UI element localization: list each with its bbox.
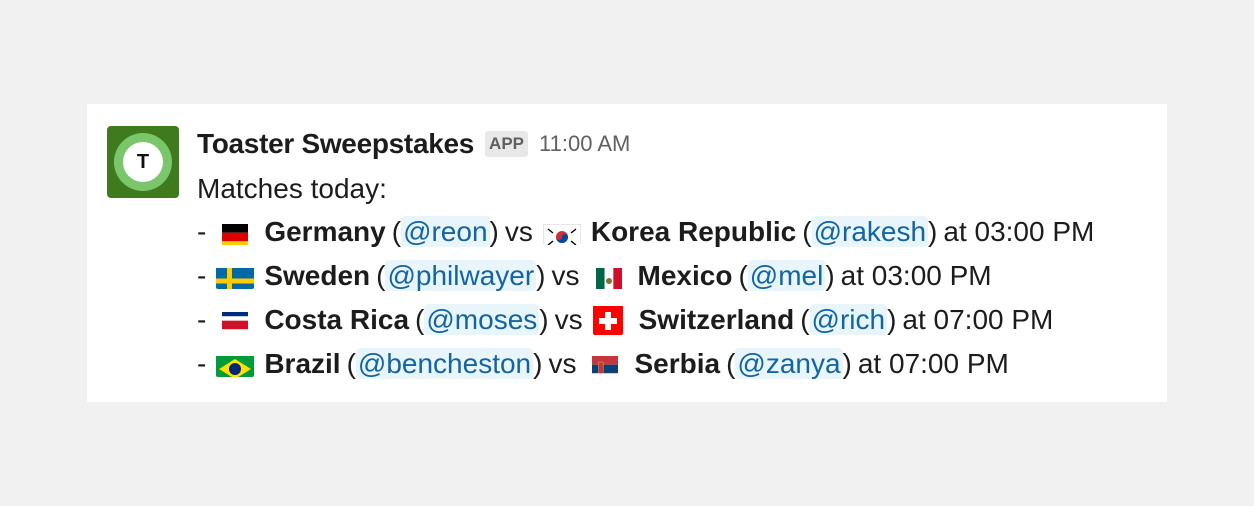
- brazil-flag-icon: [216, 351, 255, 377]
- sender-name[interactable]: Toaster Sweepstakes: [197, 128, 474, 160]
- vs-text: vs: [504, 216, 533, 247]
- match-line: - Sweden (@philwayer) vs Mexico (@mel) a…: [197, 254, 1094, 298]
- costa-rica-flag-icon: [216, 307, 254, 333]
- mexico-flag-icon: [590, 263, 628, 289]
- team-name: Costa Rica: [264, 304, 410, 335]
- user-mention[interactable]: @philwayer: [385, 260, 537, 291]
- team-name: Serbia: [634, 348, 721, 379]
- message-intro: Matches today:: [197, 173, 387, 204]
- team-name: Brazil: [264, 348, 341, 379]
- user-mention[interactable]: @bencheston: [355, 348, 534, 379]
- match-time: at 07:00 PM: [902, 304, 1054, 335]
- avatar-ring: T: [114, 133, 172, 191]
- app-avatar[interactable]: T: [107, 126, 179, 198]
- match-line: - Brazil (@bencheston) vs Serbia (@zanya…: [197, 342, 1094, 386]
- serbia-flag-icon: [586, 351, 624, 377]
- match-line: - Costa Rica (@moses) vs Switzerland (@r…: [197, 298, 1094, 342]
- user-mention[interactable]: @zanya: [735, 348, 843, 379]
- match-time: at 03:00 PM: [840, 260, 992, 291]
- match-time: at 03:00 PM: [943, 216, 1095, 247]
- message-header: Toaster Sweepstakes APP 11:00 AM: [197, 126, 630, 162]
- team-name: Switzerland: [638, 304, 795, 335]
- list-dash: -: [197, 216, 207, 247]
- sweden-flag-icon: [216, 263, 255, 289]
- team-name: Sweden: [264, 260, 371, 291]
- germany-flag-icon: [216, 219, 254, 245]
- avatar-letter: T: [123, 142, 163, 182]
- team-name: Korea Republic: [590, 216, 797, 247]
- user-mention[interactable]: @mel: [747, 260, 826, 291]
- vs-text: vs: [548, 348, 577, 379]
- list-dash: -: [197, 348, 207, 379]
- list-dash: -: [197, 304, 207, 335]
- user-mention[interactable]: @rich: [809, 304, 888, 335]
- vs-text: vs: [554, 304, 583, 335]
- message-card: T Toaster Sweepstakes APP 11:00 AM Match…: [87, 104, 1167, 402]
- match-time: at 07:00 PM: [857, 348, 1009, 379]
- message-timestamp[interactable]: 11:00 AM: [539, 131, 630, 157]
- south-korea-flag-icon: [542, 219, 581, 245]
- team-name: Germany: [264, 216, 386, 247]
- vs-text: vs: [551, 260, 580, 291]
- user-mention[interactable]: @rakesh: [811, 216, 929, 247]
- switzerland-flag-icon: [592, 305, 623, 335]
- match-line: - Germany (@reon) vs Korea Republic (@ra…: [197, 210, 1094, 254]
- app-badge: APP: [485, 131, 529, 157]
- list-dash: -: [197, 260, 207, 291]
- user-mention[interactable]: @reon: [401, 216, 490, 247]
- user-mention[interactable]: @moses: [424, 304, 540, 335]
- message-body: Matches today: - Germany (@reon) vs Kore…: [197, 168, 1094, 386]
- team-name: Mexico: [637, 260, 733, 291]
